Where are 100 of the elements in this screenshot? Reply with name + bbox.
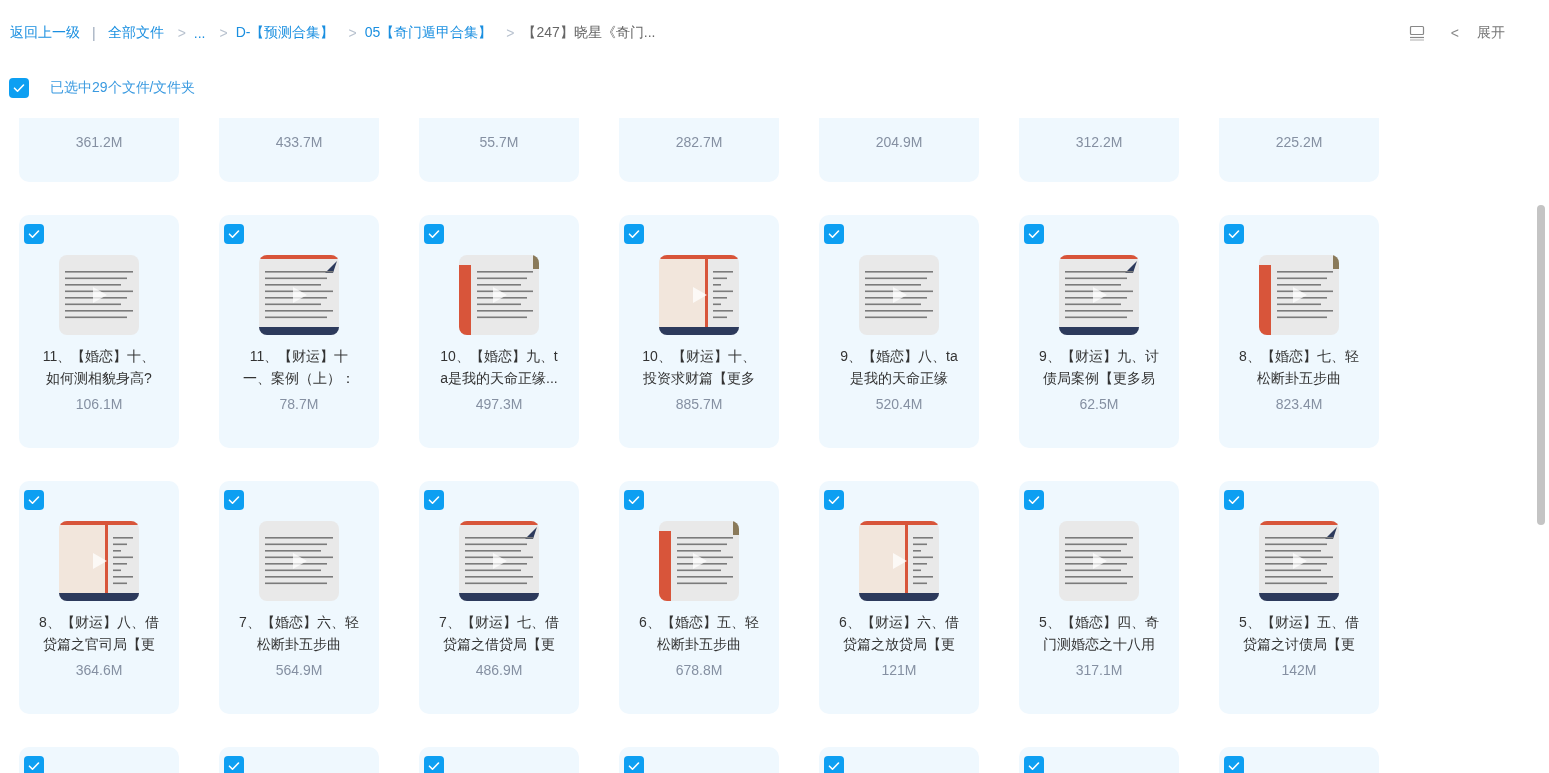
file-name: 9、【财运】九、讨 [1039,347,1159,366]
file-name: 贷篇之放贷局【更 [843,635,955,654]
file-card[interactable]: 8、【财运】八、借 贷篇之官司局【更 364.6M [19,481,179,714]
file-size: 106.1M [75,395,123,413]
file-checkbox[interactable] [424,490,444,510]
file-checkbox[interactable] [624,756,644,773]
file-name: 5、【财运】五、借 [1239,613,1359,632]
chevron: > [219,25,228,41]
file-name: 是我的天命正缘 [850,369,948,388]
file-checkbox[interactable] [224,490,244,510]
file-card[interactable]: 10、【婚恋】九、t a是我的天命正缘... 497.3M [419,215,579,448]
file-card[interactable]: 6、【财运】六、借 贷篇之放贷局【更 121M [819,481,979,714]
file-size: 312.2M [1075,133,1123,151]
file-size: 361.2M [75,133,123,151]
file-checkbox[interactable] [24,756,44,773]
file-size: 497.3M [475,395,523,413]
file-checkbox[interactable] [624,224,644,244]
file-name: 8、【婚恋】七、轻 [1239,347,1359,366]
file-size: 885.7M [675,395,723,413]
file-name: 贷篇之讨债局【更 [1243,635,1355,654]
breadcrumb-link[interactable]: 全部文件 [107,24,164,42]
file-size: 55.7M [479,133,519,151]
file-checkbox[interactable] [1224,756,1244,773]
file-name: 一、案例（上）： [243,369,355,388]
file-checkbox[interactable] [24,224,44,244]
collapse-arrow[interactable]: < [1450,25,1459,41]
file-checkbox[interactable] [1024,490,1044,510]
chevron: > [177,25,186,41]
back-link[interactable]: 返回上一级 [10,24,80,42]
file-size: 317.1M [1075,661,1123,679]
file-size: 823.4M [1275,395,1323,413]
file-card[interactable]: 7、【婚恋】六、轻 松断卦五步曲 564.9M [219,481,379,714]
selection-count: 已选中29个文件/文件夹 [50,79,196,97]
file-name: 11、【婚恋】十、 [42,347,156,366]
file-checkbox[interactable] [24,490,44,510]
expand-button[interactable]: 展开 [1477,24,1505,42]
file-checkbox[interactable] [824,490,844,510]
chevron: > [348,25,357,41]
file-checkbox[interactable] [624,490,644,510]
breadcrumb-link[interactable]: ... [193,25,206,41]
file-name: 如何测相貌身高? [46,369,152,388]
file-name: 10、【婚恋】九、t [440,347,558,366]
file-size: 564.9M [275,661,323,679]
file-size: 282.7M [675,133,723,151]
file-size: 78.7M [279,395,319,413]
file-card[interactable]: 8、【婚恋】七、轻 松断卦五步曲 823.4M [1219,215,1379,448]
file-name: 7、【财运】七、借 [439,613,559,632]
file-size: 225.2M [1275,133,1323,151]
file-checkbox[interactable] [1224,224,1244,244]
file-size: 142M [1281,661,1317,679]
file-card[interactable]: 10、【财运】十、 投资求财篇【更多 885.7M [619,215,779,448]
breadcrumb-link[interactable]: 05【奇门遁甲合集】 [364,24,493,42]
file-checkbox[interactable] [1224,490,1244,510]
file-checkbox[interactable] [424,756,444,773]
file-name: 9、【婚恋】八、ta [840,347,958,366]
file-name: 松断卦五步曲 [257,635,341,654]
file-checkbox[interactable] [1024,224,1044,244]
current-folder: 【247】晓星《奇门... [522,24,656,42]
chevron: > [506,25,515,41]
file-size: 364.6M [75,661,123,679]
file-card[interactable]: 6、【婚恋】五、轻 松断卦五步曲 678.8M [619,481,779,714]
file-name: 贷篇之官司局【更 [43,635,155,654]
file-card[interactable]: 9、【财运】九、讨 债局案例【更多易 62.5M [1019,215,1179,448]
file-checkbox[interactable] [224,224,244,244]
list-view-icon[interactable] [1408,25,1425,41]
file-name: 投资求财篇【更多 [643,369,755,388]
select-all-checkbox[interactable] [9,78,29,98]
file-name: 债局案例【更多易 [1043,369,1155,388]
file-card[interactable]: 5、【婚恋】四、奇 门测婚恋之十八用 317.1M [1019,481,1179,714]
file-card[interactable]: 9、【婚恋】八、ta 是我的天命正缘 520.4M [819,215,979,448]
file-name: 6、【财运】六、借 [839,613,959,632]
file-size: 204.9M [875,133,923,151]
file-card[interactable]: 7、【财运】七、借 贷篇之借贷局【更 486.9M [419,481,579,714]
breadcrumb-link[interactable]: D-【预测合集】 [235,24,335,42]
file-size: 678.8M [675,661,723,679]
file-name: 5、【婚恋】四、奇 [1039,613,1159,632]
file-card[interactable]: 5、【财运】五、借 贷篇之讨债局【更 142M [1219,481,1379,714]
file-checkbox[interactable] [824,224,844,244]
file-name: 门测婚恋之十八用 [1043,635,1155,654]
file-name: 8、【财运】八、借 [39,613,159,632]
file-name: 松断卦五步曲 [657,635,741,654]
file-name: 6、【婚恋】五、轻 [639,613,759,632]
file-size: 486.9M [475,661,523,679]
file-name: 11、【财运】十 [249,347,349,366]
file-card[interactable]: 11、【婚恋】十、 如何测相貌身高? 106.1M [19,215,179,448]
file-size: 62.5M [1079,395,1119,413]
file-name: 7、【婚恋】六、轻 [239,613,359,632]
file-size: 433.7M [275,133,323,151]
file-checkbox[interactable] [424,224,444,244]
file-name: 10、【财运】十、 [642,347,756,366]
file-size: 520.4M [875,395,923,413]
file-card[interactable]: 11、【财运】十 一、案例（上）： 78.7M [219,215,379,448]
scrollbar-thumb[interactable] [1537,205,1545,525]
file-name: a是我的天命正缘... [440,369,558,388]
file-name: 贷篇之借贷局【更 [443,635,555,654]
file-checkbox[interactable] [824,756,844,773]
file-checkbox[interactable] [224,756,244,773]
file-checkbox[interactable] [1024,756,1044,773]
separator: | [92,25,96,41]
file-name: 松断卦五步曲 [1257,369,1341,388]
